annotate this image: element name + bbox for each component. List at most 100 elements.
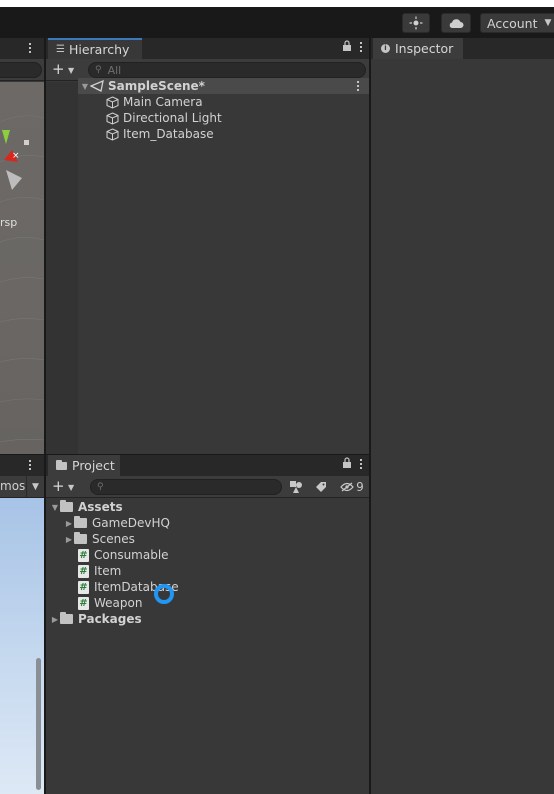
- hierarchy-item-label: Directional Light: [123, 111, 222, 125]
- scene-row[interactable]: ▼ SampleScene*: [78, 78, 369, 94]
- folder-label: GameDevHQ: [92, 516, 170, 530]
- hierarchy-tabbar: ☰ Hierarchy: [46, 38, 369, 59]
- tab-hierarchy[interactable]: ☰ Hierarchy: [48, 38, 142, 59]
- project-tabbar: Project: [46, 455, 369, 476]
- script-row[interactable]: # Item: [78, 563, 369, 579]
- game-scrollbar[interactable]: [36, 658, 41, 790]
- project-toolbar: + ▼ ⚲ 9: [46, 476, 369, 498]
- eye-slash-icon: [340, 482, 354, 492]
- chevron-down-icon[interactable]: ▼: [68, 483, 74, 492]
- gameobject-cube-icon: [106, 95, 119, 109]
- cloud-button[interactable]: [441, 13, 471, 33]
- gameobject-cube-icon: [106, 127, 119, 141]
- services-button[interactable]: [402, 13, 430, 33]
- expand-arrow-icon[interactable]: ▼: [80, 82, 90, 91]
- expand-arrow-icon[interactable]: ▶: [64, 519, 74, 528]
- assets-label: Assets: [78, 500, 123, 514]
- inspector-panel: i Inspector: [371, 38, 554, 794]
- inspector-tabbar: i Inspector: [371, 38, 554, 59]
- hierarchy-item-label: Main Camera: [123, 95, 203, 109]
- packages-label: Packages: [78, 612, 142, 626]
- scene-viewport[interactable]: × rsp: [0, 82, 44, 454]
- main-toolbar: Account ▼: [0, 7, 554, 37]
- game-tabbar: [0, 455, 44, 476]
- chevron-down-icon: ▼: [544, 18, 552, 28]
- gizmos-label[interactable]: mos: [0, 479, 25, 493]
- expand-arrow-icon[interactable]: ▶: [50, 615, 60, 624]
- csharp-script-icon: #: [78, 564, 89, 578]
- hierarchy-gutter: [46, 82, 78, 454]
- services-icon: [409, 16, 423, 30]
- scene-search-input[interactable]: [0, 62, 42, 78]
- folder-row[interactable]: ▶ Scenes: [64, 531, 369, 547]
- filter-by-type-button[interactable]: [286, 478, 306, 496]
- lock-icon[interactable]: [342, 40, 352, 54]
- open-folder-icon: [60, 500, 73, 512]
- busy-cursor-icon: [154, 584, 174, 604]
- scene-gizmo-icon[interactable]: ×: [0, 130, 30, 190]
- more-icon[interactable]: [360, 459, 363, 469]
- more-icon[interactable]: [29, 460, 32, 470]
- folder-row[interactable]: ▶ GameDevHQ: [64, 515, 369, 531]
- project-tab-label: Project: [72, 458, 115, 473]
- csharp-script-icon: #: [78, 596, 89, 610]
- tab-project[interactable]: Project: [48, 455, 120, 476]
- hierarchy-item[interactable]: Item_Database: [106, 126, 369, 142]
- persp-label[interactable]: rsp: [0, 216, 17, 229]
- create-plus-button[interactable]: +: [52, 479, 65, 494]
- unity-scene-icon: [90, 80, 104, 92]
- game-view-panel: mos ▼: [0, 455, 44, 794]
- assets-folder-row[interactable]: ▼ Assets: [50, 499, 369, 515]
- expand-arrow-icon[interactable]: ▼: [50, 503, 60, 512]
- inspector-tab-label: Inspector: [395, 41, 454, 56]
- script-row[interactable]: # ItemDatabase: [78, 579, 369, 595]
- script-label: Consumable: [94, 548, 169, 562]
- shapes-icon: [289, 481, 302, 493]
- more-icon[interactable]: [357, 81, 360, 91]
- account-label: Account: [487, 15, 538, 31]
- packages-folder-row[interactable]: ▶ Packages: [50, 611, 369, 627]
- more-icon[interactable]: [29, 43, 32, 53]
- script-row[interactable]: # Weapon: [78, 595, 369, 611]
- create-plus-button[interactable]: +: [52, 62, 65, 77]
- game-toolbar: mos ▼: [0, 476, 44, 498]
- gameobject-cube-icon: [106, 111, 119, 125]
- folder-icon: [74, 532, 87, 544]
- account-dropdown[interactable]: Account ▼: [480, 13, 554, 33]
- hierarchy-item[interactable]: Main Camera: [106, 94, 369, 110]
- hierarchy-tab-label: Hierarchy: [68, 42, 130, 57]
- csharp-script-icon: #: [78, 548, 89, 562]
- more-icon[interactable]: [360, 42, 363, 52]
- cloud-icon: [449, 18, 464, 28]
- info-icon: i: [381, 44, 390, 53]
- lock-icon[interactable]: [342, 457, 352, 471]
- hierarchy-search-input[interactable]: ⚲ All: [88, 62, 366, 78]
- search-placeholder: All: [107, 63, 122, 77]
- project-panel: Project + ▼ ⚲ 9 ▼ Assets ▶ GameDevHQ ▶ S…: [46, 455, 369, 794]
- script-label: Weapon: [94, 596, 143, 610]
- folder-icon: [56, 459, 67, 470]
- chevron-down-icon[interactable]: ▼: [26, 476, 44, 498]
- game-viewport[interactable]: [0, 498, 44, 794]
- folder-icon: [74, 516, 87, 528]
- hidden-packages-toggle[interactable]: 9: [336, 478, 368, 496]
- scene-name: SampleScene*: [108, 79, 205, 93]
- scene-tabbar: [0, 38, 44, 59]
- tag-icon: [316, 482, 326, 492]
- search-icon: ⚲: [95, 65, 102, 75]
- expand-arrow-icon[interactable]: ▶: [64, 535, 74, 544]
- project-search-input[interactable]: ⚲: [90, 479, 282, 495]
- hierarchy-panel: ☰ Hierarchy + ▼ ⚲ All ▼ SampleScene* Mai…: [46, 38, 369, 454]
- svg-text:×: ×: [12, 151, 20, 161]
- tab-inspector[interactable]: i Inspector: [373, 38, 463, 59]
- hierarchy-item[interactable]: Directional Light: [106, 110, 369, 126]
- filter-by-label-button[interactable]: [311, 478, 331, 496]
- chevron-down-icon[interactable]: ▼: [68, 66, 74, 75]
- script-label: Item: [94, 564, 122, 578]
- csharp-script-icon: #: [78, 580, 89, 594]
- scene-toolbar: [0, 59, 44, 81]
- script-row[interactable]: # Consumable: [78, 547, 369, 563]
- folder-icon: [60, 612, 73, 624]
- scene-view-panel: × rsp: [0, 38, 44, 454]
- hierarchy-list-icon: ☰: [56, 44, 65, 55]
